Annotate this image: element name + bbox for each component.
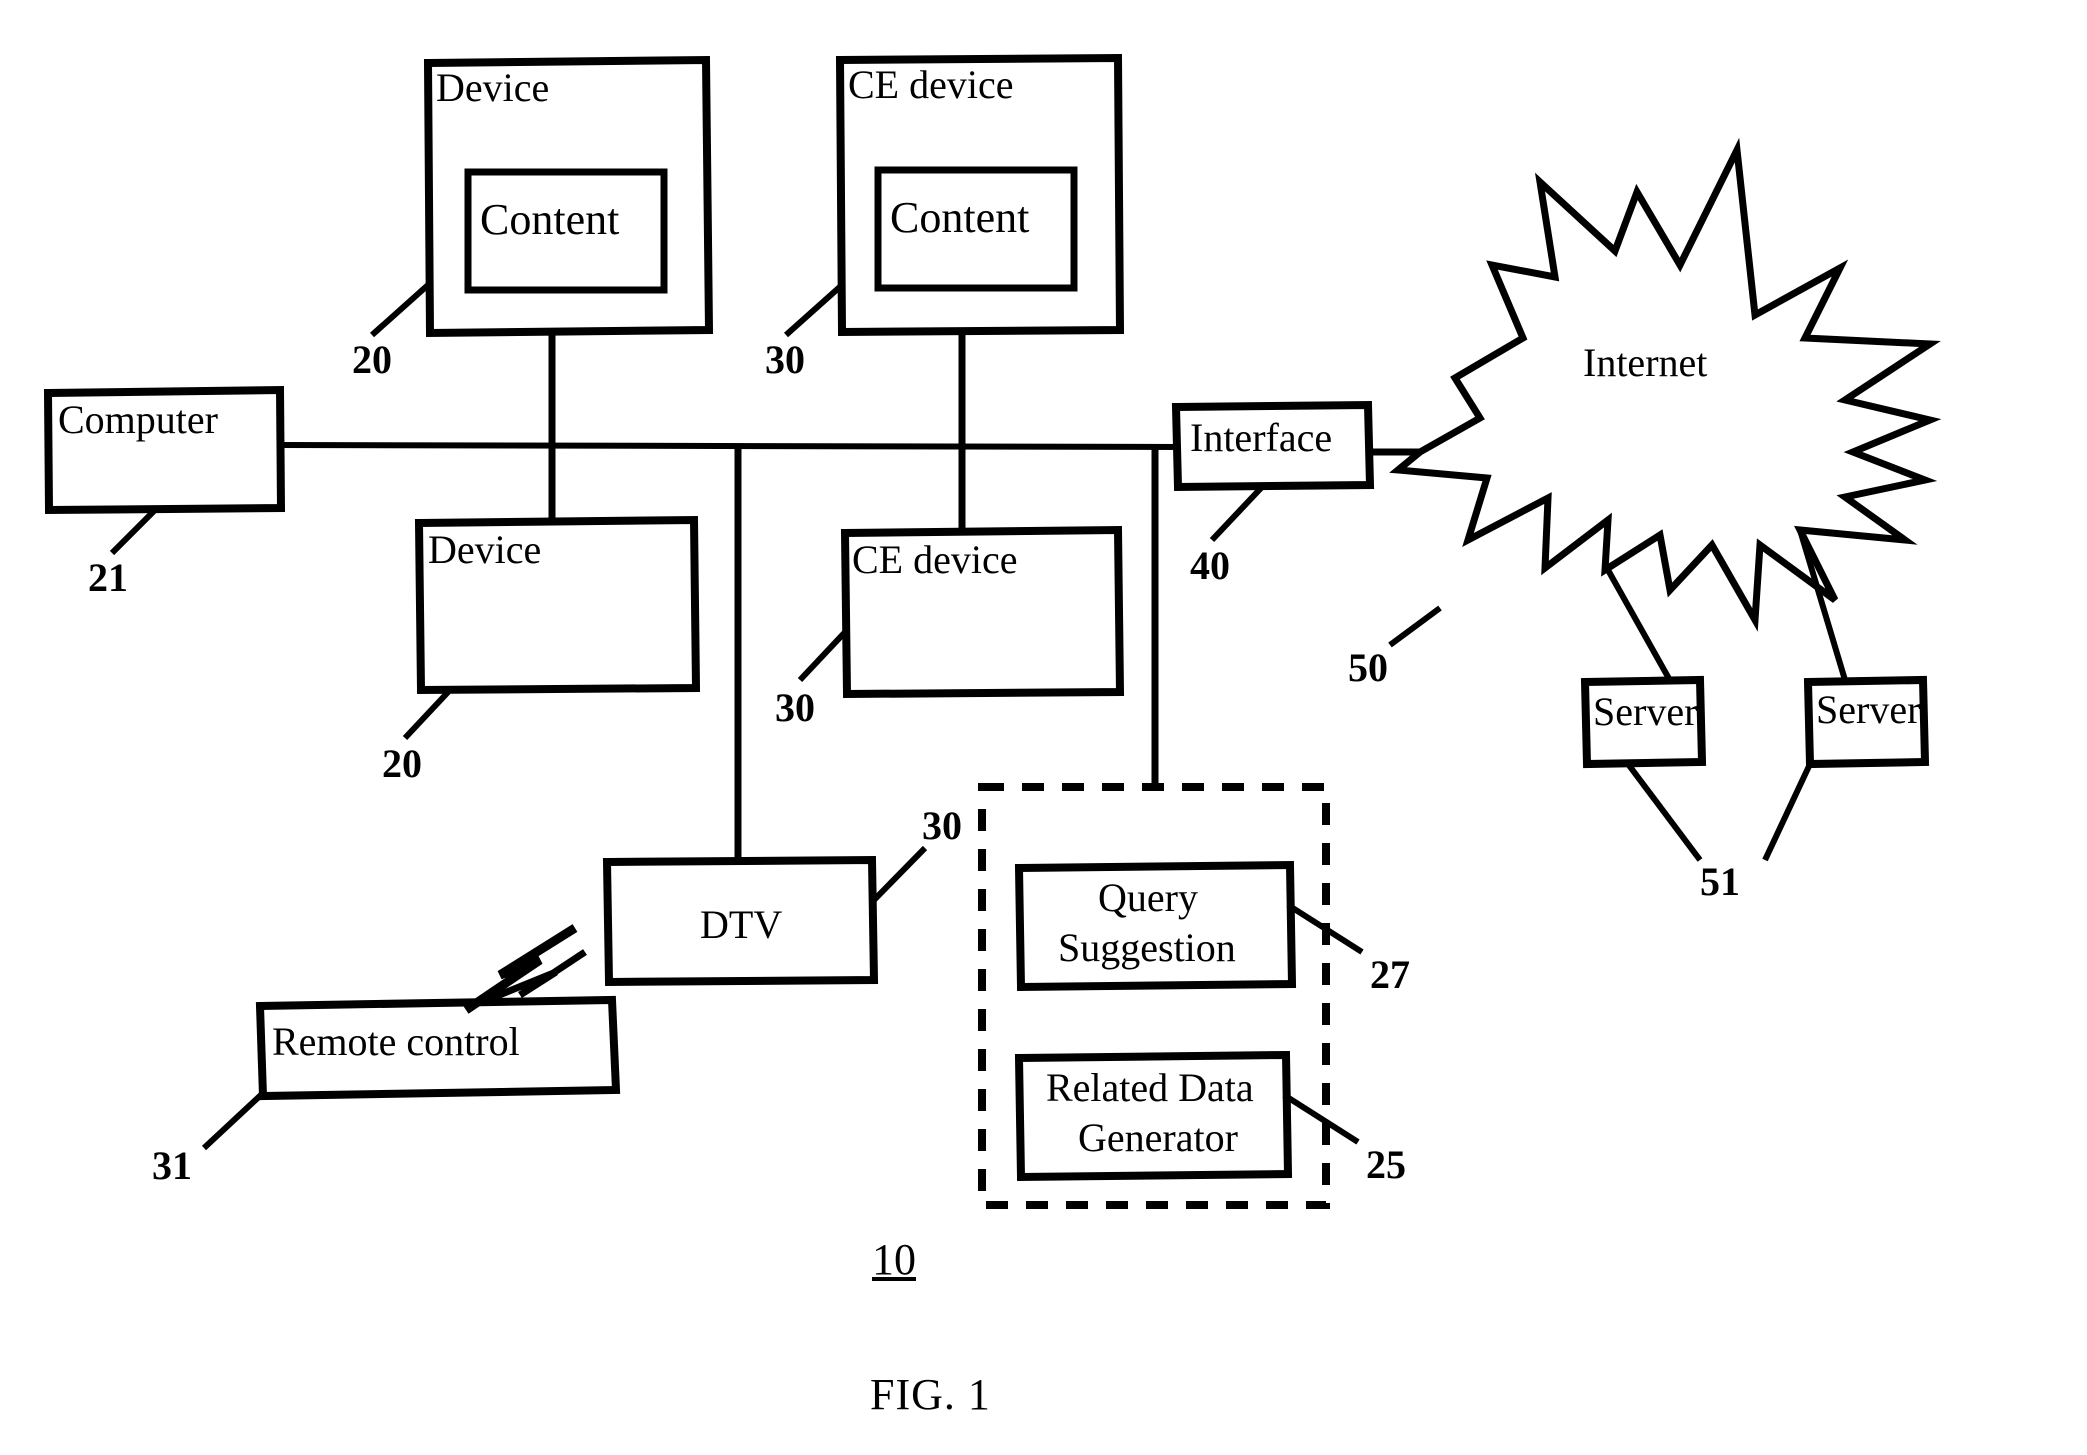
device-bottom-leader <box>402 687 453 741</box>
device-top-content-label: Content <box>480 195 620 244</box>
device-top-leader <box>370 282 430 338</box>
internet-cloud <box>1389 137 1942 632</box>
remote-control-label: Remote control <box>272 1019 520 1064</box>
remote-control-leader <box>201 1091 265 1151</box>
server-left-link <box>1605 568 1675 686</box>
dtv-label: DTV <box>700 902 783 947</box>
ce-device-top-content-label: Content <box>890 193 1030 242</box>
server-right-link <box>1797 529 1848 681</box>
device-bottom-label: Device <box>428 527 542 572</box>
related-data-generator-ref: 25 <box>1366 1142 1406 1187</box>
query-suggestion-label-line2: Suggestion <box>1058 925 1236 970</box>
internet-ref: 50 <box>1348 645 1388 690</box>
ce-device-bottom-ref: 30 <box>775 685 815 730</box>
dtv-leader <box>871 845 928 903</box>
dtv-ref: 30 <box>922 803 962 848</box>
server-right-label: Server <box>1816 687 1921 732</box>
ce-device-bottom-leader <box>797 627 850 683</box>
figure-caption: FIG. 1 <box>870 1370 991 1419</box>
server-left-label: Server <box>1593 689 1698 734</box>
figure-vector-layer <box>43 53 1942 1209</box>
query-suggestion-ref: 27 <box>1370 952 1410 997</box>
device-top-label: Device <box>436 65 550 110</box>
server-left-leader <box>1625 762 1703 862</box>
related-data-generator-leader <box>1282 1092 1360 1145</box>
interface-ref: 40 <box>1190 543 1230 588</box>
interface-label: Interface <box>1190 415 1333 460</box>
computer-leader <box>109 507 158 556</box>
ce-device-top-leader <box>784 282 844 338</box>
computer-ref: 21 <box>88 555 128 600</box>
device-top-ref: 20 <box>352 337 392 382</box>
device-bottom-ref: 20 <box>382 741 422 786</box>
computer-label: Computer <box>58 397 218 442</box>
related-data-generator-label-line2: Generator <box>1078 1115 1238 1160</box>
network-bus <box>276 441 1179 451</box>
related-data-generator-label-line1: Related Data <box>1046 1065 1254 1110</box>
server-right-leader <box>1762 762 1813 862</box>
internet-label: Internet <box>1583 340 1708 385</box>
remote-control-ref: 31 <box>152 1143 192 1188</box>
ce-device-top-ref: 30 <box>765 337 805 382</box>
patent-figure-1: Device Content 20 CE device Content 30 C… <box>0 0 2087 1455</box>
server-ref: 51 <box>1700 859 1740 904</box>
ce-device-bottom-label: CE device <box>852 537 1018 582</box>
internet-leader <box>1388 605 1442 648</box>
query-suggestion-label-line1: Query <box>1098 875 1198 920</box>
ce-device-top-label: CE device <box>848 62 1014 107</box>
system-number: 10 <box>872 1235 916 1284</box>
interface-leader <box>1209 484 1265 543</box>
